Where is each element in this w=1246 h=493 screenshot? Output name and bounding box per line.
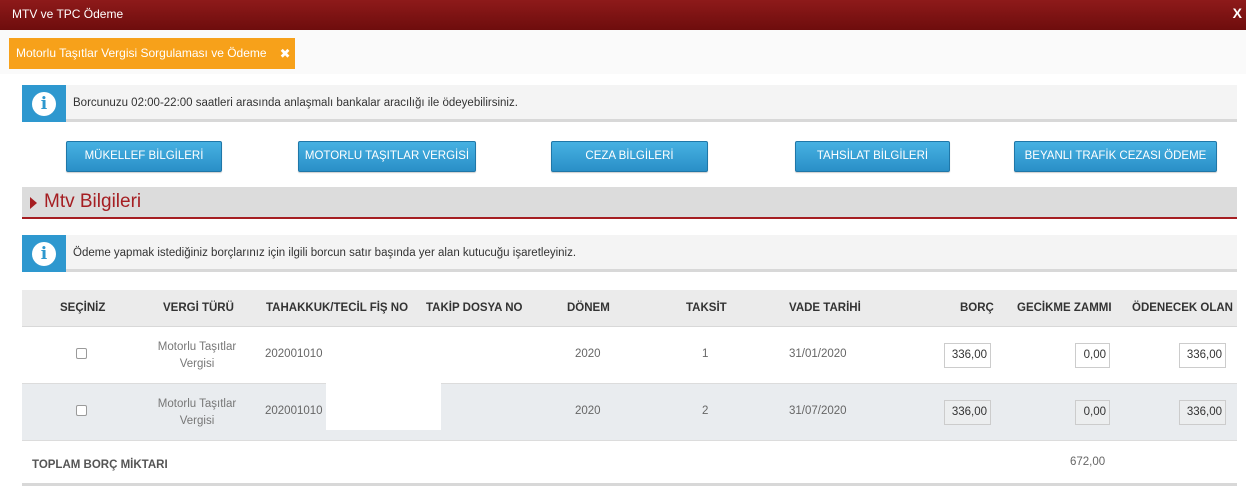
tax-type-line2: Vergisi	[179, 415, 215, 427]
col-header-due-date: VADE TARİHİ	[789, 302, 861, 314]
col-header-tax-type: VERGİ TÜRÜ	[163, 302, 234, 314]
info-icon-container: i	[22, 85, 66, 122]
window-title: MTV ve TPC Ödeme	[12, 7, 124, 21]
col-header-payable: ÖDENECEK OLAN	[1132, 302, 1233, 314]
info-icon: i	[32, 92, 56, 116]
tab-label: Motorlu Taşıtlar Vergisi Sorgulaması ve …	[16, 46, 267, 60]
col-header-period: DÖNEM	[567, 302, 610, 314]
traffic-fine-payment-button[interactable]: BEYANLI TRAFİK CEZASI ÖDEME	[1014, 141, 1217, 172]
col-header-file-no: TAKİP DOSYA NO	[426, 302, 523, 314]
installment-cell: 2	[702, 405, 709, 417]
tab-bar: Motorlu Taşıtlar Vergisi Sorgulaması ve …	[0, 30, 1246, 74]
accrual-no-cell: 202001010	[265, 348, 323, 360]
info-text-selection: Ödeme yapmak istediğiniz borçlarınız içi…	[73, 247, 577, 259]
total-row: TOPLAM BORÇ MİKTARI 672,00	[22, 441, 1237, 486]
table-header: SEÇİNİZ VERGİ TÜRÜ TAHAKKUK/TECİL FİŞ NO…	[22, 290, 1237, 327]
col-header-accrual-no: TAHAKKUK/TECİL FİŞ NO	[266, 302, 409, 314]
tax-type-line1: Motorlu Taşıtlar	[157, 398, 237, 410]
row-select-checkbox[interactable]	[76, 348, 87, 359]
col-header-installment: TAKSİT	[686, 302, 727, 314]
penalty-info-button[interactable]: CEZA BİLGİLERİ	[551, 141, 708, 172]
table-row: Motorlu Taşıtlar Vergisi 202001010 2020 …	[22, 384, 1237, 441]
info-text-hours: Borcunuzu 02:00-22:00 saatleri arasında …	[73, 97, 518, 109]
caret-right-icon	[30, 197, 37, 209]
debt-amount-field[interactable]: 336,00	[944, 400, 991, 425]
col-header-select: SEÇİNİZ	[60, 302, 106, 314]
motor-vehicle-tax-button[interactable]: MOTORLU TAŞITLAR VERGİSİ	[298, 141, 476, 172]
due-date-cell: 31/01/2020	[789, 348, 847, 360]
late-fee-field[interactable]: 0,00	[1075, 400, 1110, 425]
col-header-debt: BORÇ	[960, 302, 994, 314]
installment-cell: 1	[702, 348, 709, 360]
tax-type-line2: Vergisi	[179, 358, 215, 370]
close-window-button[interactable]: X	[1233, 5, 1242, 21]
tab-close-icon[interactable]: ✖	[280, 38, 291, 69]
info-banner-selection: i Ödeme yapmak istediğiniz borçlarınız i…	[22, 235, 1237, 272]
period-cell: 2020	[575, 348, 601, 360]
table-row: Motorlu Taşıtlar Vergisi 202001010 2020 …	[22, 327, 1237, 384]
collection-info-button[interactable]: TAHSİLAT BİLGİLERİ	[795, 141, 950, 172]
tax-type-cell: Motorlu Taşıtlar Vergisi	[142, 396, 252, 430]
taxpayer-info-button[interactable]: MÜKELLEF BİLGİLERİ	[66, 141, 222, 172]
info-icon-container: i	[22, 235, 66, 272]
tax-type-cell: Motorlu Taşıtlar Vergisi	[142, 339, 252, 373]
payable-amount-field[interactable]: 336,00	[1179, 343, 1226, 368]
tab-mtv-query[interactable]: Motorlu Taşıtlar Vergisi Sorgulaması ve …	[9, 38, 295, 69]
period-cell: 2020	[575, 405, 601, 417]
tax-type-line1: Motorlu Taşıtlar	[157, 341, 237, 353]
window-titlebar: MTV ve TPC Ödeme X	[0, 0, 1246, 30]
total-label: TOPLAM BORÇ MİKTARI	[32, 459, 168, 471]
due-date-cell: 31/07/2020	[789, 405, 847, 417]
col-header-late-fee: GECİKME ZAMMI	[1017, 302, 1112, 314]
late-fee-field[interactable]: 0,00	[1075, 343, 1110, 368]
section-title: Mtv Bilgileri	[44, 191, 142, 212]
info-banner-hours: i Borcunuzu 02:00-22:00 saatleri arasınd…	[22, 85, 1237, 122]
debt-amount-field[interactable]: 336,00	[944, 343, 991, 368]
mtv-section-header[interactable]: Mtv Bilgileri	[22, 187, 1237, 219]
accrual-no-cell: 202001010	[265, 405, 323, 417]
row-select-checkbox[interactable]	[76, 405, 87, 416]
info-icon: i	[32, 242, 56, 266]
payable-amount-field[interactable]: 336,00	[1179, 400, 1226, 425]
total-value: 672,00	[1070, 456, 1106, 468]
redaction-mask	[326, 383, 441, 430]
